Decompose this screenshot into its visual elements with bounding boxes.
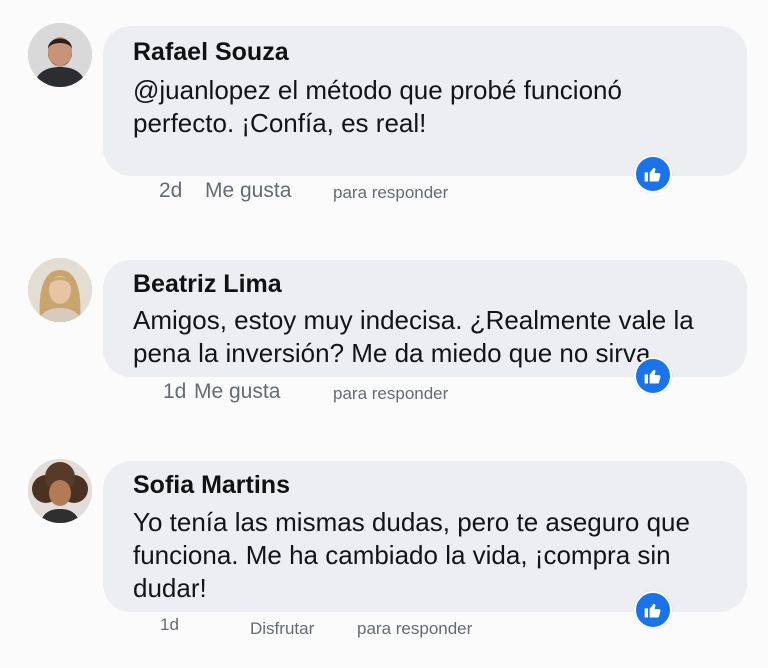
avatar-rafael[interactable]	[28, 23, 92, 87]
comment-time: 1d	[160, 615, 179, 634]
comment-text: @juanlopez el método que probé funcionó …	[133, 74, 733, 140]
avatar-beatriz[interactable]	[28, 258, 92, 322]
like-reaction-badge[interactable]	[634, 155, 672, 193]
thumbs-up-icon	[644, 167, 661, 182]
like-reaction-badge[interactable]	[634, 357, 672, 395]
reply-link[interactable]: para responder	[333, 183, 448, 203]
thumbs-up-icon	[644, 603, 661, 618]
comment-time: 1d	[163, 380, 187, 403]
author-name[interactable]: Rafael Souza	[133, 37, 733, 67]
comment-text-line: funciona. Me ha cambiado la vida, ¡compr…	[133, 540, 671, 570]
comment-text-line: Amigos, estoy muy indecisa. ¿Realmente v…	[133, 305, 694, 335]
comment-text-line: Yo tenía las mismas dudas, pero te asegu…	[133, 507, 690, 537]
like-link[interactable]: Me gusta	[194, 380, 280, 404]
thumbs-up-icon	[644, 369, 661, 384]
man-beard-avatar-icon	[28, 23, 92, 87]
comment-text-line: perfecto. ¡Confía, es real!	[133, 108, 427, 138]
comment-bubble: Rafael Souza @juanlopez el método que pr…	[103, 26, 747, 176]
like-link[interactable]: Me gusta	[205, 179, 291, 203]
comment-text-line: @juanlopez el método que probé funcionó	[133, 75, 622, 105]
like-link[interactable]: Disfrutar	[250, 619, 314, 639]
comment-bubble: Sofia Martins Yo tenía las mismas dudas,…	[103, 461, 747, 612]
comment-text: Yo tenía las mismas dudas, pero te asegu…	[133, 506, 733, 605]
like-reaction-badge[interactable]	[634, 591, 672, 629]
author-name[interactable]: Beatriz Lima	[133, 269, 733, 299]
avatar-sofia[interactable]	[28, 459, 92, 523]
reply-link[interactable]: para responder	[357, 619, 472, 639]
comment-time: 2d	[159, 179, 183, 202]
author-name[interactable]: Sofia Martins	[133, 470, 733, 500]
curly-hair-woman-avatar-icon	[28, 459, 92, 523]
blonde-woman-avatar-icon	[28, 258, 92, 322]
reply-link[interactable]: para responder	[333, 384, 448, 404]
